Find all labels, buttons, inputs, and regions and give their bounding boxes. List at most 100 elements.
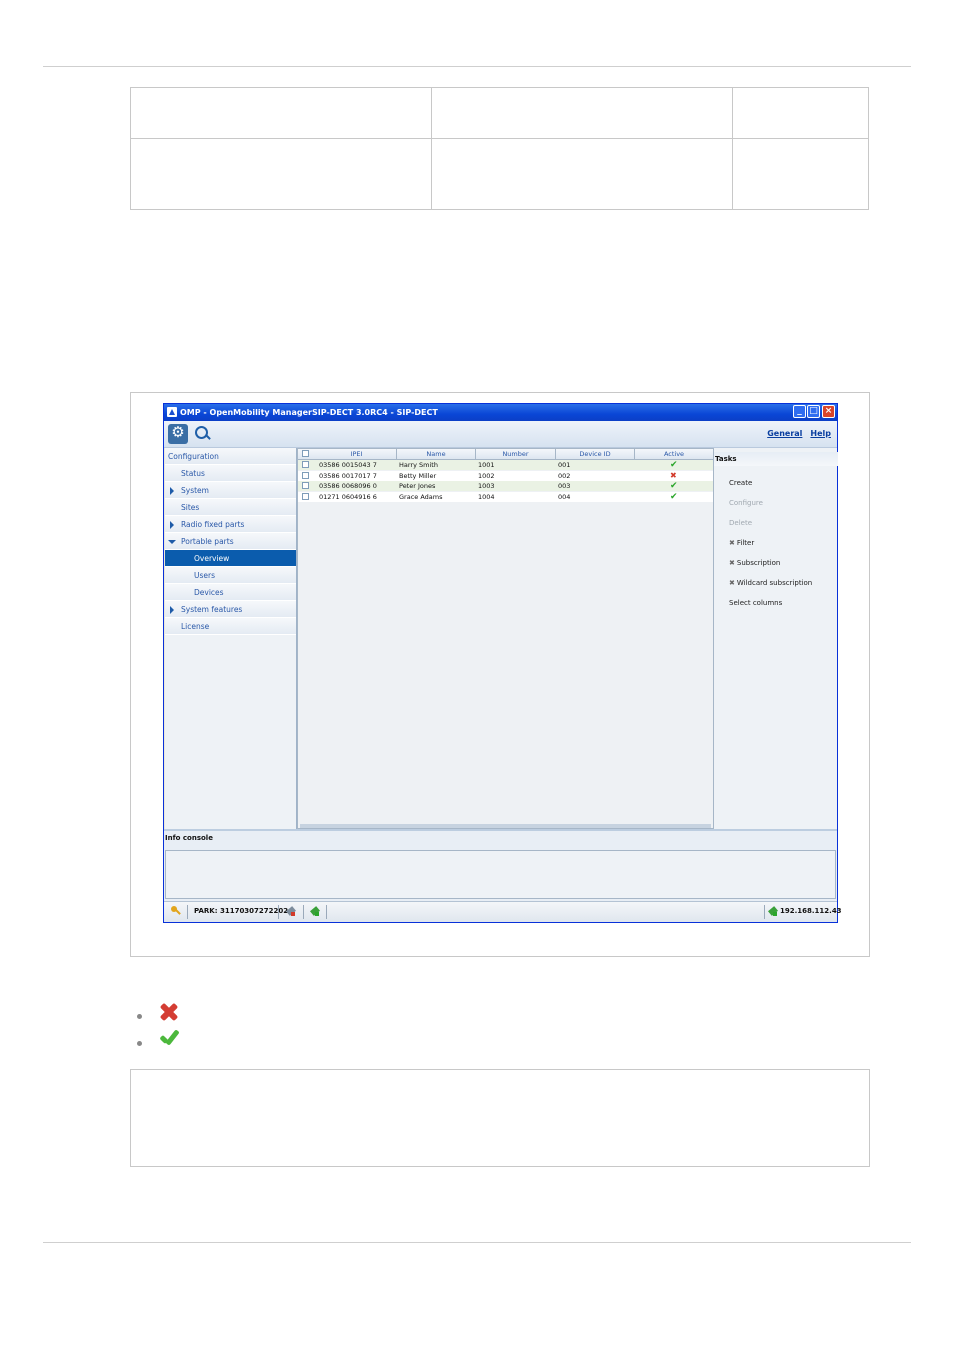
nav-item-system-features[interactable]: System features [165, 601, 296, 618]
park-status: PARK: 31170307272202 [194, 907, 289, 915]
nav-item-portable-parts[interactable]: Portable parts [165, 533, 296, 550]
connected-plug-icon [310, 906, 320, 917]
inactive-x-icon: ✖ [670, 470, 677, 480]
status-bar: PARK: 31170307272202 192.168.112.43 [164, 901, 842, 922]
cell-name: Betty Miller [399, 471, 437, 480]
nav-item-label: Overview [194, 554, 230, 563]
task-delete[interactable]: Delete [729, 519, 752, 527]
omp-window: OMP - OpenMobility ManagerSIP-DECT 3.0RC… [163, 403, 842, 923]
menu-links: General Help [759, 429, 831, 438]
maximize-button[interactable]: □ [807, 405, 820, 418]
cell-ipei: 03586 0017017 7 [319, 471, 377, 480]
nav-item-label: Devices [194, 588, 224, 597]
expand-arrow-icon[interactable] [170, 521, 174, 529]
cell-number: 1003 [478, 482, 495, 490]
nav-item-label: System features [181, 605, 243, 614]
task-create[interactable]: Create [729, 479, 752, 487]
tasks-panel: Tasks Create Configure Delete ✖ Filter ✖ Subsc… [714, 448, 838, 829]
column-header-number[interactable]: Number [476, 449, 556, 459]
cell-ipei: 01271 0604916 6 [319, 492, 377, 501]
task-label: Select columns [729, 599, 783, 607]
table-row[interactable]: 03586 0015043 7 Harry Smith 1001 001 ✔ [298, 460, 713, 470]
app-icon [167, 407, 177, 417]
nav-item-configuration[interactable]: Configuration [165, 448, 296, 465]
table-row[interactable]: 03586 0068096 0 Peter Jones 1003 003 ✔ [298, 481, 713, 491]
active-check-icon: ✔ [670, 481, 678, 491]
status-separator [303, 905, 304, 919]
cell-name: Peter Jones [399, 482, 436, 490]
status-separator [326, 905, 327, 919]
task-configure[interactable]: Configure [729, 499, 763, 507]
minimize-button[interactable]: _ [793, 405, 806, 418]
configuration-gear-icon[interactable] [168, 423, 188, 444]
title-bar[interactable]: OMP - OpenMobility ManagerSIP-DECT 3.0RC… [164, 404, 837, 421]
close-button[interactable]: × [822, 405, 835, 418]
top-rule [43, 66, 911, 67]
portable-parts-table: IPEI Name Number Device ID Active 03586 … [297, 448, 714, 829]
expand-x-icon: ✖ [729, 559, 735, 567]
task-label: Delete [729, 519, 752, 527]
expand-arrow-icon[interactable] [170, 606, 174, 614]
expand-arrow-icon[interactable] [170, 487, 174, 495]
nav-item-label: Sites [181, 503, 200, 512]
table-header: IPEI Name Number Device ID Active [298, 449, 714, 460]
window-title: OMP - OpenMobility ManagerSIP-DECT 3.0RC… [180, 408, 438, 417]
cell-number: 1001 [478, 461, 495, 469]
cell-device-id: 002 [558, 471, 571, 480]
toolbar: General Help [164, 421, 837, 448]
nav-item-license[interactable]: License [165, 618, 296, 635]
collapse-arrow-icon[interactable] [168, 540, 176, 544]
status-separator [278, 905, 279, 919]
info-console: Info console [164, 829, 837, 903]
cell-device-id: 001 [558, 461, 571, 469]
empty-table [130, 87, 869, 210]
column-header-name[interactable]: Name [397, 449, 476, 459]
nav-item-label: Radio fixed parts [181, 520, 245, 529]
status-separator [187, 905, 188, 919]
task-label: Subscription [736, 559, 781, 567]
active-check-icon: ✔ [670, 460, 678, 470]
task-label: Configure [729, 499, 763, 507]
note-box [130, 1069, 870, 1167]
nav-item-label: Configuration [168, 452, 219, 461]
info-console-output[interactable] [165, 850, 836, 899]
key-icon [171, 906, 181, 916]
horizontal-scrollbar[interactable] [300, 824, 711, 828]
table-row[interactable]: 01271 0604916 6 Grace Adams 1004 004 ✔ [298, 491, 713, 502]
bullet [137, 1014, 142, 1019]
help-link[interactable]: Help [810, 429, 831, 438]
nav-item-system[interactable]: System [165, 482, 296, 499]
general-link[interactable]: General [767, 429, 802, 438]
cell-name: Harry Smith [399, 461, 438, 469]
column-header-ipei[interactable]: IPEI [317, 449, 397, 459]
nav-item-users[interactable]: Users [165, 567, 296, 584]
expand-x-icon: ✖ [729, 539, 735, 547]
search-icon[interactable] [192, 424, 212, 444]
nav-item-status[interactable]: Status [165, 465, 296, 482]
nav-item-devices[interactable]: Devices [165, 584, 296, 601]
column-header-active[interactable]: Active [635, 449, 714, 459]
task-filter[interactable]: ✖ Filter [729, 539, 754, 547]
task-label: Filter [736, 539, 755, 547]
nav-item-sites[interactable]: Sites [165, 499, 296, 516]
nav-item-radio-fixed-parts[interactable]: Radio fixed parts [165, 516, 296, 533]
red-x-icon [158, 1001, 180, 1023]
task-wildcard-subscription[interactable]: ✖ Wildcard subscription [729, 579, 812, 587]
nav-item-label: Users [194, 571, 216, 580]
row-checkbox[interactable] [302, 482, 309, 489]
nav-item-label: License [181, 622, 210, 631]
row-checkbox[interactable] [302, 492, 309, 500]
tasks-header: Tasks [714, 452, 838, 466]
row-checkbox[interactable] [302, 461, 309, 468]
task-label: Wildcard subscription [736, 579, 813, 587]
select-all-checkbox[interactable] [302, 450, 309, 457]
task-subscription[interactable]: ✖ Subscription [729, 559, 780, 567]
table-row[interactable]: 03586 0017017 7 Betty Miller 1002 002 ✖ [298, 470, 713, 481]
cell-ipei: 03586 0068096 0 [319, 482, 377, 490]
task-select-columns[interactable]: Select columns [729, 599, 782, 607]
bullet [137, 1041, 142, 1046]
nav-item-overview[interactable]: Overview [165, 550, 296, 567]
navigation-tree: Configuration Status System Sites Radio fixe… [165, 448, 297, 829]
column-header-device-id[interactable]: Device ID [556, 449, 635, 459]
row-checkbox[interactable] [302, 471, 309, 479]
